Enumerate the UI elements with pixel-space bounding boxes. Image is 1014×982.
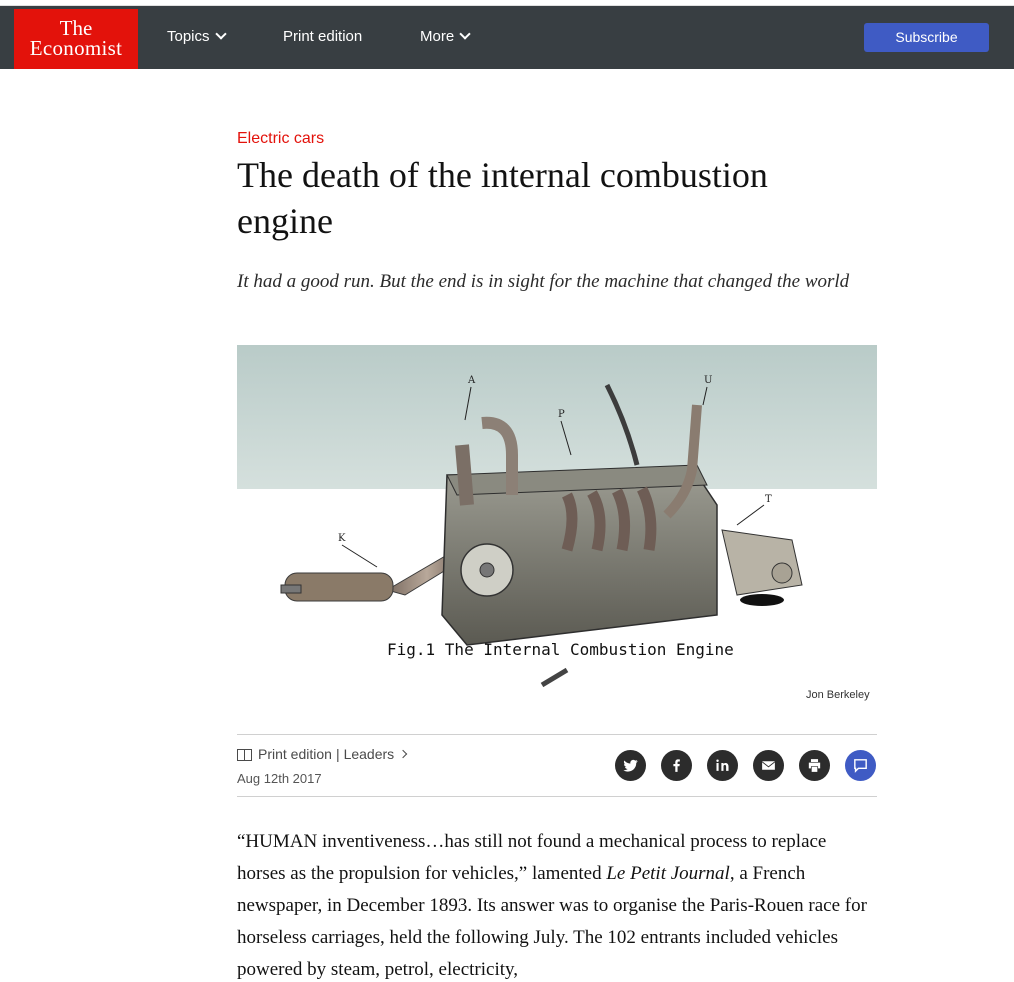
linkedin-icon xyxy=(716,759,729,771)
article-section-link[interactable]: Electric cars xyxy=(237,130,324,148)
publication-name: Le Petit Journal xyxy=(606,863,730,884)
print-edition-link[interactable]: Print edition xyxy=(258,746,332,762)
facebook-icon xyxy=(673,759,680,772)
chevron-down-icon xyxy=(214,28,227,40)
leaders-link[interactable]: Leaders xyxy=(344,746,395,762)
article-rubric: It had a good run. But the end is in sig… xyxy=(237,271,850,292)
share-twitter-button[interactable] xyxy=(615,750,646,781)
book-icon xyxy=(237,748,252,761)
image-credit: Jon Berkeley xyxy=(806,689,870,701)
fig-label-u: U xyxy=(704,375,712,386)
economist-logo[interactable]: The Economist xyxy=(14,9,138,69)
chevron-right-icon xyxy=(398,749,408,759)
article-headline: The death of the internal combustion eng… xyxy=(237,155,768,241)
fig-label-t: T xyxy=(765,494,772,505)
breadcrumb-separator: | xyxy=(335,746,340,762)
share-email-button[interactable] xyxy=(753,750,784,781)
logo-line-1: The xyxy=(59,16,93,40)
subscribe-button[interactable]: Subscribe xyxy=(864,23,989,52)
nav-more-label: More xyxy=(420,28,455,45)
nav-topics-label: Topics xyxy=(167,28,210,45)
comment-button[interactable] xyxy=(845,750,876,781)
figure-caption: Fig.1 The Internal Combustion Engine xyxy=(387,640,734,659)
fig-label-k: K xyxy=(338,533,346,544)
hero-image: A P U K T Fig.1 The Internal Combustion … xyxy=(237,345,877,710)
print-edition-breadcrumb: Print edition | Leaders xyxy=(237,746,408,762)
publish-date: Aug 12th 2017 xyxy=(237,771,322,786)
nav-topics[interactable]: Topics xyxy=(167,28,227,45)
logo-line-2: Economist xyxy=(29,36,123,60)
nav-more[interactable]: More xyxy=(420,28,471,45)
nav-print-edition[interactable]: Print edition xyxy=(283,28,362,45)
share-facebook-button[interactable] xyxy=(661,750,692,781)
meta-divider-bottom xyxy=(237,796,877,797)
meta-divider-top xyxy=(237,734,877,735)
share-linkedin-button[interactable] xyxy=(707,750,738,781)
site-navbar: The Economist Topics Print edition More … xyxy=(0,6,1014,69)
print-button[interactable] xyxy=(799,750,830,781)
print-icon xyxy=(808,759,821,772)
fig-label-a: A xyxy=(467,375,476,386)
email-icon xyxy=(762,761,775,770)
article-body-paragraph: “HUMAN inventiveness…has still not found… xyxy=(237,826,877,982)
fig-label-p: P xyxy=(558,409,565,420)
engine-illustration: A P U K T Fig.1 The Internal Combustion … xyxy=(237,345,877,710)
chevron-down-icon xyxy=(459,28,471,40)
comment-icon xyxy=(854,759,867,773)
twitter-icon xyxy=(623,759,638,772)
